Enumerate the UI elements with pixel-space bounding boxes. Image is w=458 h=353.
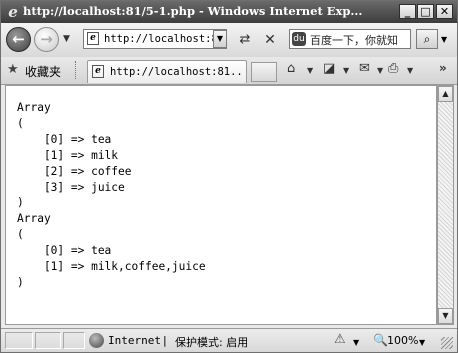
- zoom-dropdown-icon[interactable]: ▼: [419, 338, 425, 347]
- search-icon[interactable]: ⌕: [416, 29, 438, 49]
- tab-current[interactable]: e http://localhost:81...: [87, 60, 247, 83]
- favorites-button[interactable]: 收藏夹: [25, 63, 61, 80]
- print-icon[interactable]: ⎙: [388, 61, 398, 76]
- zoom-icon[interactable]: 🔍: [373, 333, 388, 347]
- zone-separator: |: [163, 334, 167, 347]
- status-panel: [5, 332, 33, 349]
- vertical-scrollbar[interactable]: ▲ ▼: [437, 85, 454, 325]
- toolbar-grip: [75, 61, 81, 79]
- scroll-up-icon[interactable]: ▲: [438, 86, 453, 102]
- security-icon[interactable]: ⚠: [334, 332, 346, 347]
- resize-grip[interactable]: [441, 337, 453, 349]
- mail-dropdown-icon[interactable]: ▼: [377, 66, 383, 75]
- home-dropdown-icon[interactable]: ▼: [307, 66, 313, 75]
- more-commands-icon[interactable]: »: [439, 61, 447, 75]
- close-button[interactable]: ✕: [436, 4, 453, 19]
- page-icon: e: [87, 32, 99, 45]
- title-bar[interactable]: e http://localhost:81/5-1.php - Windows …: [1, 1, 457, 23]
- forward-button[interactable]: →: [34, 27, 59, 52]
- internet-globe-icon: [89, 333, 104, 348]
- favorites-star-icon[interactable]: ★: [7, 62, 19, 77]
- back-button[interactable]: ←: [6, 27, 31, 52]
- protected-mode-status[interactable]: 保护模式: 启用: [175, 334, 248, 350]
- browser-window: e http://localhost:81/5-1.php - Windows …: [0, 0, 458, 353]
- zone-label: Internet: [108, 334, 161, 347]
- baidu-logo-icon: du: [292, 32, 306, 46]
- search-input[interactable]: 百度一下，你就知: [310, 32, 410, 48]
- address-dropdown-icon[interactable]: ▼: [213, 30, 227, 48]
- window-title: http://localhost:81/5-1.php - Windows In…: [23, 4, 363, 18]
- scroll-track[interactable]: [438, 102, 453, 308]
- security-dropdown-icon[interactable]: ▼: [353, 338, 359, 347]
- feeds-dropdown-icon[interactable]: ▼: [343, 66, 349, 75]
- status-panel: [35, 332, 61, 349]
- print-dropdown-icon[interactable]: ▼: [407, 66, 413, 75]
- favorites-bar: ★ 收藏夹 e http://localhost:81... ⌂ ▼ ◪ ▼ ✉…: [1, 57, 457, 85]
- address-input[interactable]: http://localhost:8: [104, 33, 214, 45]
- maximize-button[interactable]: □: [417, 4, 434, 19]
- ie-logo-icon: e: [8, 3, 18, 21]
- page-content: Array ( [0] => tea [1] => milk [2] => co…: [5, 85, 437, 325]
- page-icon: e: [92, 65, 104, 78]
- refresh-icon[interactable]: ⇄: [235, 31, 255, 49]
- search-box[interactable]: du 百度一下，你就知: [289, 29, 411, 49]
- print-r-output: Array ( [0] => tea [1] => milk [2] => co…: [17, 101, 206, 289]
- minimize-button[interactable]: _: [399, 4, 416, 19]
- status-bar: Internet | 保护模式: 启用 ⚠ ▼ 🔍 100% ▼: [1, 328, 457, 352]
- scroll-down-icon[interactable]: ▼: [438, 308, 453, 324]
- address-bar[interactable]: e http://localhost:8: [83, 29, 227, 49]
- new-tab-button[interactable]: [251, 62, 277, 82]
- mail-icon[interactable]: ✉: [359, 61, 370, 76]
- stop-icon[interactable]: ✕: [261, 31, 279, 49]
- feeds-icon[interactable]: ◪: [323, 61, 335, 76]
- zoom-level[interactable]: 100%: [387, 334, 418, 347]
- home-icon[interactable]: ⌂: [287, 61, 295, 76]
- search-options-dropdown-icon[interactable]: ▼: [441, 35, 447, 44]
- recent-pages-dropdown-icon[interactable]: ▼: [63, 34, 70, 44]
- navigation-bar: ← → ▼ e http://localhost:8 ▼ ⇄ ✕ du 百度一下…: [1, 23, 457, 57]
- tab-title: http://localhost:81...: [110, 66, 244, 78]
- status-panel: [63, 332, 85, 349]
